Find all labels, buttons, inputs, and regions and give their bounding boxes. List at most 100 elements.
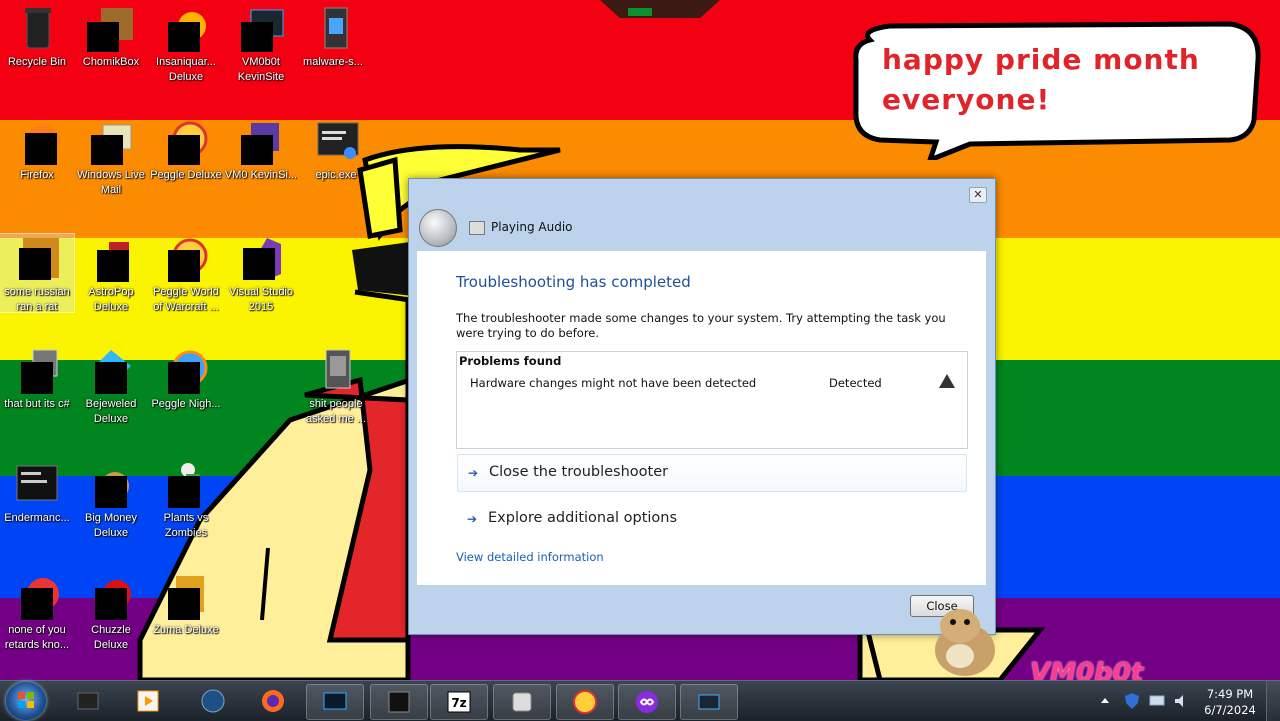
arrow-right-icon: ➔	[467, 512, 478, 526]
window-close-button[interactable]: ✕	[969, 187, 987, 203]
explore-options-link[interactable]: ➔ Explore additional options	[457, 501, 965, 537]
desktop-icon-none-of-you[interactable]: none of you retards kno...	[0, 572, 74, 653]
icon-label: Peggle Deluxe	[150, 169, 222, 181]
desktop-icon-peggle-wow[interactable]: Peggle World of Warcraft ...	[149, 234, 223, 315]
icon-label: shit people asked me ...	[306, 398, 366, 425]
close-troubleshooter-label: Close the troubleshooter	[489, 464, 669, 480]
7zip-icon: 7z	[447, 691, 471, 713]
taskbar-app-purple[interactable]	[618, 684, 676, 720]
start-button[interactable]	[6, 682, 46, 720]
icon-label: some russian ran a rat	[4, 286, 70, 313]
peggle-icon	[573, 690, 597, 714]
desktop-icon-astropop[interactable]: AstroPop Deluxe	[74, 234, 148, 315]
desktop-icon-firefox[interactable]: Firefox	[0, 117, 74, 183]
taskbar-app-terminal[interactable]	[370, 684, 428, 720]
taskbar-app-troubleshooter[interactable]	[493, 684, 551, 720]
show-desktop-button[interactable]	[1266, 681, 1280, 721]
explore-options-label: Explore additional options	[488, 510, 678, 526]
speaker-icon	[469, 221, 485, 235]
java-icon	[19, 238, 59, 280]
desktop-icon-peggle-deluxe[interactable]: Peggle Deluxe	[149, 117, 223, 183]
desktop-icon-zuma[interactable]: Zuma Deluxe	[149, 572, 223, 638]
desktop-icon-recycle-bin[interactable]: Recycle Bin	[0, 4, 74, 70]
exe-icon	[317, 122, 359, 159]
stack-icon	[21, 349, 58, 394]
desktop-icon-epic-exe[interactable]: epic.exe	[299, 117, 373, 183]
desktop-icon-plants-vs-zombies[interactable]: Plants vs Zombies	[149, 460, 223, 541]
icon-label: ChomikBox	[82, 56, 140, 68]
desktop-icon-bejeweled[interactable]: Bejeweled Deluxe	[74, 346, 148, 427]
dialog-title: Playing Audio	[491, 220, 573, 234]
peggle-icon	[168, 238, 208, 282]
chevron-up-icon[interactable]	[1100, 695, 1110, 705]
app-icon	[21, 578, 59, 620]
infinity-icon	[636, 691, 658, 713]
taskbar-app-monitor[interactable]	[306, 684, 364, 720]
desktop-icon-insaniquarium[interactable]: Insaniquar... Deluxe	[149, 4, 223, 85]
icon-label: Peggle Nigh...	[151, 398, 221, 410]
clock-time[interactable]: 7:49 PM	[1200, 687, 1260, 701]
desktop-icon-big-money[interactable]: Big Money Deluxe	[74, 460, 148, 541]
arrow-right-icon: ➔	[468, 466, 479, 480]
taskbar-app-media[interactable]	[120, 684, 176, 718]
back-button[interactable]	[419, 209, 457, 247]
icon-label: malware-s...	[303, 56, 363, 68]
visual-studio-icon	[243, 238, 281, 280]
taskbar-app-globe[interactable]	[185, 684, 241, 718]
desktop-icon-chomikbox[interactable]: ChomikBox	[74, 4, 148, 70]
desktop-icon-malware-s[interactable]: malware-s...	[296, 4, 370, 70]
icon-label: Bejeweled Deluxe	[85, 398, 137, 425]
warning-icon	[939, 374, 955, 388]
monitor-icon	[241, 9, 284, 52]
desktop-icon-peggle-nights[interactable]: Peggle Nigh...	[149, 346, 223, 412]
file-icon	[325, 349, 351, 389]
taskbar: 7z 7:49 PM 6/7/2024	[0, 680, 1280, 721]
icon-label: Peggle World of Warcraft ...	[153, 286, 219, 313]
completion-heading: Troubleshooting has completed	[456, 273, 691, 291]
volume-icon[interactable]	[1172, 692, 1190, 710]
icon-label: VM0b0t KevinSite	[237, 56, 285, 83]
firefox-icon	[25, 125, 59, 165]
taskbar-app-firefox[interactable]	[245, 684, 301, 718]
icon-label: Plants vs Zombies	[163, 512, 209, 539]
dialog-content: Troubleshooting has completed The troubl…	[417, 251, 986, 585]
icon-label: Chuzzle Deluxe	[91, 624, 131, 651]
network-icon[interactable]	[1148, 693, 1166, 709]
completion-description: The troubleshooter made some changes to …	[456, 311, 946, 340]
7zip-icon-text: 7z	[451, 696, 466, 710]
desktop-icon-endermanch[interactable]: Endermanc...	[0, 460, 74, 526]
taskbar-app-vm[interactable]	[680, 684, 738, 720]
plant-icon	[168, 463, 200, 508]
clock-date[interactable]: 6/7/2024	[1200, 703, 1260, 717]
taskbar-app-7zip[interactable]: 7z	[430, 684, 488, 720]
taskbar-app-box[interactable]	[60, 684, 116, 718]
desktop-icon-that-but-its-csharp[interactable]: that but its c#	[0, 346, 74, 412]
desktop-icon-windows-live-mail[interactable]: Windows Live Mail	[74, 117, 148, 198]
desktop-icon-some-russian[interactable]: some russian ran a rat	[0, 233, 75, 313]
problem-name: Hardware changes might not have been det…	[470, 376, 757, 390]
fish-icon	[168, 12, 206, 52]
desktop-icon-visual-studio[interactable]: Visual Studio 2015	[224, 234, 298, 315]
taskbar-app-peggle[interactable]	[556, 684, 614, 720]
shield-icon[interactable]	[1124, 692, 1140, 710]
problem-status: Detected	[829, 376, 882, 390]
chomikbox-icon	[87, 8, 133, 52]
icon-label: epic.exe	[315, 169, 357, 181]
desktop-icon-shit-people-asked[interactable]: shit people asked me ...	[299, 346, 373, 427]
monitor-icon	[323, 692, 347, 710]
icon-label: Big Money Deluxe	[85, 512, 137, 539]
desktop-icon-vm0b0t-kevinsite[interactable]: VM0b0t KevinSite	[224, 4, 298, 85]
close-troubleshooter-link[interactable]: ➔ Close the troubleshooter	[457, 454, 967, 492]
problems-panel: Problems found Hardware changes might no…	[456, 351, 968, 449]
firefox-icon	[262, 690, 284, 712]
desktop-icon-chuzzle[interactable]: Chuzzle Deluxe	[74, 572, 148, 653]
icon-label: Insaniquar... Deluxe	[156, 56, 216, 83]
desktop-icon-vm0-kevinsi[interactable]: VM0 KevinSi...	[224, 117, 298, 183]
bubble-text: happy pride month everyone!	[882, 43, 1200, 116]
troubleshooter-icon	[512, 692, 532, 712]
troubleshooter-dialog: ✕ Playing Audio Troubleshooting has comp…	[408, 178, 996, 635]
view-detailed-information-link[interactable]: View detailed information	[456, 550, 604, 564]
peggle-icon	[168, 121, 208, 165]
icon-label: Windows Live Mail	[77, 169, 145, 196]
media-player-icon	[137, 690, 159, 712]
